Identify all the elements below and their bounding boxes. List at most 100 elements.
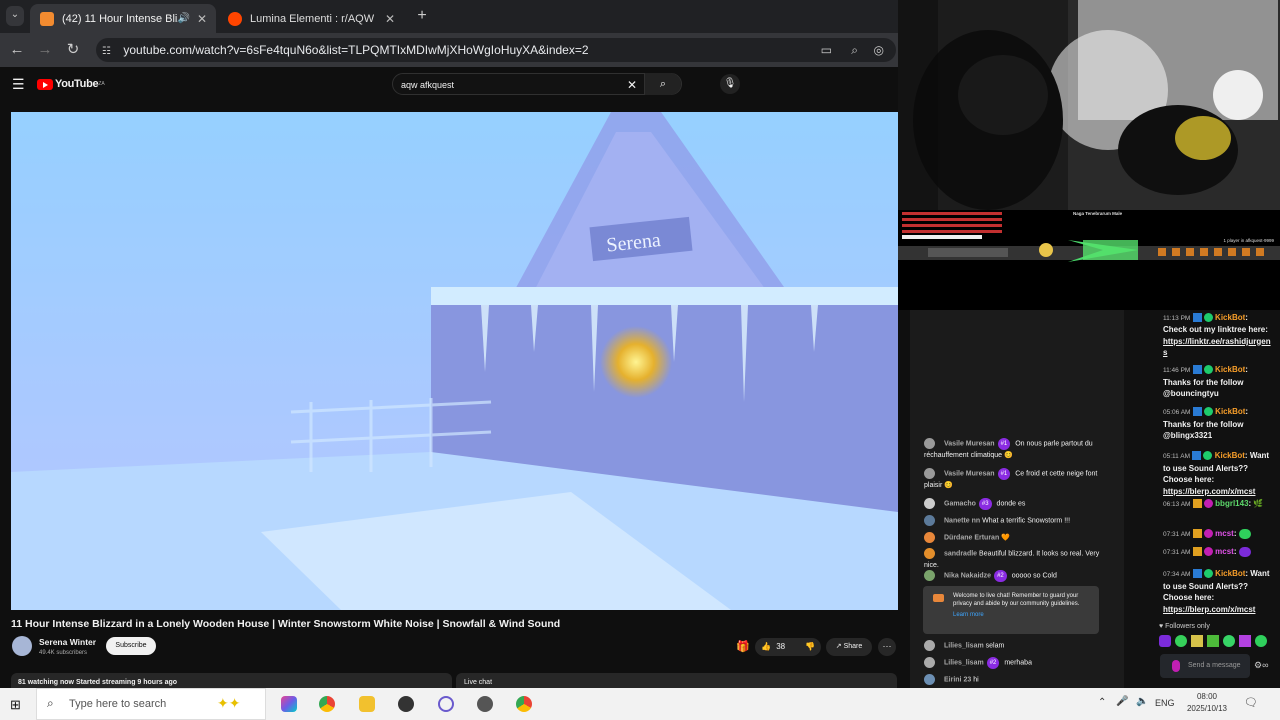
user-avatar[interactable] — [924, 674, 935, 685]
search-icon[interactable]: ⌕ — [644, 73, 681, 95]
chat-username[interactable]: Lilies_lisam — [944, 642, 984, 649]
message-user[interactable]: KickBot — [1215, 313, 1245, 322]
user-avatar[interactable] — [924, 498, 935, 509]
gift-icon[interactable]: 🎁 — [736, 640, 750, 653]
settings-icon[interactable]: ⚙∞ — [1254, 660, 1268, 671]
chat-text: ooooo so Cold — [1011, 572, 1057, 580]
game-player-count: 1 player in afkquest-9999 — [1223, 238, 1274, 243]
chat-username[interactable]: Vasile Muresan — [944, 440, 995, 447]
close-tab-icon[interactable]: ✕ — [194, 12, 210, 26]
message-user[interactable]: KickBot — [1215, 569, 1245, 578]
new-tab-icon[interactable]: + — [413, 7, 431, 25]
user-avatar[interactable] — [924, 515, 935, 526]
chat-username[interactable]: Vasile Muresan — [944, 470, 995, 477]
copilot-icon[interactable] — [281, 696, 297, 712]
emote-icon[interactable] — [1255, 635, 1267, 647]
speaker-icon[interactable]: 🔊 — [178, 13, 190, 24]
app-icon[interactable] — [477, 696, 493, 712]
search-input[interactable]: aqw afkquest ✕ ⌕ — [392, 73, 682, 95]
kick-chat-message: 07:31 AM mcst: — [1163, 546, 1275, 559]
user-avatar[interactable] — [924, 657, 935, 668]
forward-icon[interactable]: → — [36, 41, 54, 59]
url-bar[interactable]: ☷ youtube.com/watch?v=6sFe4tquN6o&list=T… — [96, 38, 896, 62]
message-link[interactable]: https://blerp.com/x/mcst — [1163, 486, 1275, 498]
youtube-logo[interactable]: YouTube ZA — [37, 78, 105, 90]
clock[interactable]: 08:00 2025/10/13 — [1184, 691, 1230, 715]
message-user[interactable]: mcst — [1215, 529, 1234, 538]
message-link[interactable]: https://blerp.com/x/mcst — [1163, 604, 1275, 616]
message-link[interactable]: https://linktr.ee/rashidjurgens — [1163, 336, 1275, 359]
notification-icon[interactable]: 🗨 — [1244, 696, 1258, 709]
microphone-icon[interactable]: 🎤 — [1116, 696, 1128, 707]
like-count: 38 — [776, 642, 786, 651]
emote-icon[interactable] — [1239, 635, 1251, 647]
volume-icon[interactable]: 🔈 — [1136, 696, 1148, 707]
dislike-icon[interactable]: 👎 — [805, 638, 815, 656]
windows-start-icon[interactable]: ⊞ — [10, 697, 21, 713]
emote-icon[interactable] — [1175, 635, 1187, 647]
chat-message: Dürdane Erturan 🧡 — [924, 532, 1106, 544]
tray-overflow-icon[interactable]: ⌃ — [1098, 697, 1106, 708]
channel-name[interactable]: Serena Winter — [39, 637, 96, 647]
message-user[interactable]: KickBot — [1215, 407, 1245, 416]
channel-avatar[interactable] — [12, 636, 32, 656]
tab-search-icon[interactable]: ⌄ — [6, 6, 24, 26]
chat-username[interactable]: Lilies_lisam — [944, 659, 984, 666]
taskbar-search-input[interactable]: ⌕ Type here to search ✦✦ — [36, 688, 266, 720]
like-icon[interactable]: 👍 — [761, 642, 771, 651]
tab-reddit[interactable]: Lumina Elementi : r/AQW ✕ — [218, 4, 404, 33]
chat-username[interactable]: Gamacho — [944, 500, 976, 507]
chrome-icon[interactable] — [319, 696, 335, 712]
tab-youtube[interactable]: (42) 11 Hour Intense Blizza 🔊 ✕ — [30, 4, 216, 33]
voice-search-icon[interactable]: 🎙 — [720, 74, 740, 94]
user-avatar[interactable] — [924, 438, 935, 449]
verified-badge-icon — [1203, 407, 1213, 417]
kick-chat-message: 11:13 PM KickBot: — [1163, 313, 1248, 323]
tab-title: (42) 11 Hour Intense Blizza — [62, 12, 178, 25]
chat-message: Nanette nn What a terrific Snowstorm !!! — [924, 515, 1106, 527]
more-actions-icon[interactable]: ··· — [878, 638, 896, 656]
user-avatar[interactable] — [924, 468, 935, 479]
video-player[interactable]: Serena — [11, 112, 898, 610]
user-avatar[interactable] — [924, 548, 935, 559]
chat-username[interactable]: Nika Nakaidze — [944, 572, 991, 579]
message-time: 11:13 PM — [1163, 315, 1191, 322]
chat-username[interactable]: Nanette nn — [944, 517, 980, 524]
file-explorer-icon[interactable] — [359, 696, 375, 712]
user-avatar[interactable] — [924, 640, 935, 651]
share-button[interactable]: ↗ Share — [826, 638, 872, 656]
chat-message: Eirini 23 hi — [924, 674, 1106, 686]
menu-icon[interactable]: ☰ — [12, 77, 25, 91]
video-description-box[interactable]: 81 watching now Started streaming 9 hour… — [11, 673, 452, 688]
reload-icon[interactable]: ↻ — [64, 41, 82, 59]
clear-search-icon[interactable]: ✕ — [627, 74, 637, 96]
language-indicator[interactable]: ENG — [1155, 698, 1175, 708]
emote-icon[interactable] — [1191, 635, 1203, 647]
subscribe-button[interactable]: Subscribe — [106, 637, 156, 655]
emote-icon[interactable] — [1207, 635, 1219, 647]
live-chat-header[interactable]: Live chat — [456, 673, 897, 688]
emote-icon[interactable] — [1223, 635, 1235, 647]
obs-icon[interactable] — [398, 696, 414, 712]
send-message-input[interactable]: Send a message — [1160, 654, 1250, 678]
chat-username[interactable]: Dürdane Erturan — [944, 534, 999, 541]
message-user[interactable]: mcst — [1215, 547, 1234, 556]
emote-icon[interactable] — [1159, 635, 1171, 647]
message-user[interactable]: KickBot — [1215, 365, 1245, 374]
app-icon[interactable] — [438, 696, 454, 712]
cast-icon[interactable]: ▭ — [821, 38, 832, 62]
chat-username[interactable]: sandradle — [944, 550, 977, 557]
user-avatar[interactable] — [924, 570, 935, 581]
close-tab-icon[interactable]: ✕ — [382, 12, 398, 26]
site-info-icon[interactable]: ☷ — [102, 40, 120, 64]
chat-text: donde es — [996, 500, 1026, 508]
chat-username[interactable]: Eirini 23 — [944, 676, 971, 683]
message-user[interactable]: bbgrl143 — [1215, 499, 1248, 508]
user-avatar[interactable] — [924, 532, 935, 543]
message-user[interactable]: KickBot — [1215, 451, 1245, 460]
chrome-icon[interactable] — [516, 696, 532, 712]
incognito-eye-icon[interactable]: ◎ — [874, 38, 884, 62]
back-icon[interactable]: ← — [8, 41, 26, 59]
learn-more-link[interactable]: Learn more — [953, 611, 1093, 619]
zoom-icon[interactable]: ⌕ — [851, 38, 858, 62]
